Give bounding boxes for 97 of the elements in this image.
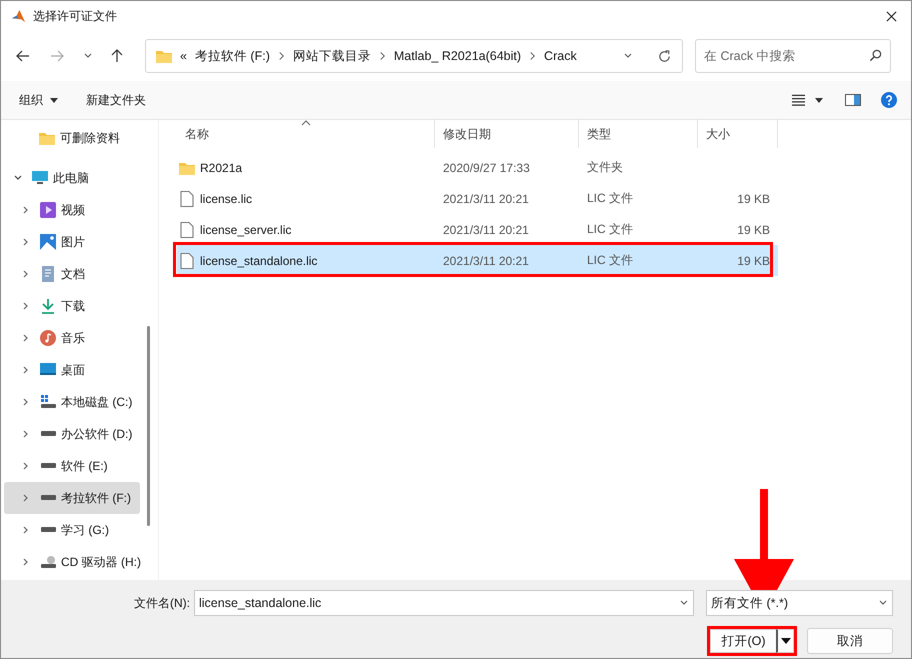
file-type: LIC 文件 — [587, 190, 634, 207]
music-note-icon — [40, 330, 56, 346]
file-row[interactable]: license_server.lic 2021/3/11 20:21 LIC 文件 19 KB — [177, 214, 778, 245]
file-name: license.lic — [200, 192, 252, 206]
organize-menu[interactable]: 组织 — [9, 88, 68, 112]
sidebar-label: 办公软件 (D:) — [61, 426, 132, 442]
file-name: license_server.lic — [200, 222, 292, 236]
sidebar-item[interactable]: 图片 — [4, 226, 140, 258]
cancel-button[interactable]: 取消 — [807, 628, 893, 654]
monitor-icon — [32, 170, 48, 186]
sidebar-item[interactable]: 桌面 — [4, 354, 140, 386]
download-icon — [40, 298, 56, 314]
sidebar-item[interactable]: 学习 (G:) — [4, 514, 140, 546]
refresh-icon[interactable] — [657, 48, 672, 64]
sidebar-label: 下载 — [61, 298, 85, 314]
help-icon[interactable] — [881, 92, 897, 108]
chevron-right-icon[interactable] — [378, 51, 386, 61]
sidebar-label: 视频 — [61, 202, 85, 218]
search-field[interactable]: 在 Crack 中搜索 — [695, 39, 891, 73]
preview-pane-icon[interactable] — [845, 94, 861, 106]
breadcrumb[interactable]: 网站下载目录 — [292, 48, 371, 64]
caret-icon[interactable] — [815, 98, 823, 102]
chevron-right-icon[interactable] — [278, 51, 285, 61]
sidebar-item[interactable]: 软件 (E:) — [4, 450, 140, 482]
breadcrumb[interactable]: Matlab_ R2021a(64bit) — [394, 49, 522, 63]
sidebar-item[interactable]: CD 驱动器 (H:) — [4, 546, 140, 578]
file-size: 19 KB — [737, 222, 770, 236]
sidebar-item[interactable]: 文档 — [4, 258, 140, 290]
breadcrumb[interactable]: 考拉软件 (F:) — [194, 48, 270, 64]
film-icon — [40, 202, 56, 218]
caret-icon — [780, 638, 790, 644]
file-row[interactable]: license_standalone.lic 2021/3/11 20:21 LIC 文件 19 KB — [177, 245, 778, 276]
app-logo-icon — [11, 8, 26, 24]
file-name: license_standalone.lic — [200, 254, 318, 268]
file-row[interactable]: R2021a 2020/9/27 17:33 文件夹 — [177, 152, 778, 183]
modified-date: 2020/9/27 17:33 — [443, 160, 530, 174]
sidebar-label: 可删除资料 — [60, 130, 120, 146]
view-list-icon[interactable] — [792, 94, 805, 106]
sidebar-item[interactable]: 此电脑 — [4, 162, 140, 194]
search-icon — [869, 49, 882, 62]
sidebar-item[interactable]: 音乐 — [4, 322, 140, 354]
sidebar-item[interactable]: 下载 — [4, 290, 140, 322]
filename-label: 文件名(N): — [134, 594, 190, 612]
system-drive-icon — [40, 394, 56, 410]
sidebar-label: 音乐 — [61, 330, 85, 346]
file-type: 文件夹 — [587, 159, 623, 176]
column-header[interactable]: 类型 — [579, 120, 698, 148]
sidebar-label: 图片 — [61, 234, 85, 250]
file-size: 19 KB — [737, 192, 770, 206]
open-button[interactable]: 打开(O) — [710, 629, 776, 653]
sidebar-label: 桌面 — [61, 362, 85, 378]
column-header[interactable]: 修改日期 — [435, 120, 579, 148]
file-icon — [179, 222, 195, 238]
sidebar-item[interactable]: 考拉软件 (F:) — [4, 482, 140, 514]
scrollbar[interactable] — [147, 326, 150, 526]
address-bar[interactable]: « 考拉软件 (F:) 网站下载目录 Matlab_ R2021a(64bit) Crack — [145, 39, 683, 73]
breadcrumb[interactable]: Crack — [544, 49, 577, 63]
column-header[interactable]: 名称 — [177, 120, 435, 148]
window-title: 选择许可证文件 — [33, 8, 117, 24]
desktop-icon — [40, 362, 56, 378]
file-icon — [179, 252, 195, 268]
sidebar-label: 此电脑 — [53, 170, 89, 186]
new-folder-button[interactable]: 新建文件夹 — [76, 88, 156, 112]
sidebar-item[interactable]: 办公软件 (D:) — [4, 418, 140, 450]
chevron-right-icon[interactable] — [529, 51, 536, 61]
back-arrow-icon[interactable] — [15, 48, 31, 64]
modified-date: 2021/3/11 20:21 — [443, 222, 529, 236]
sidebar-label: 考拉软件 (F:) — [61, 490, 131, 506]
folder-icon — [156, 49, 172, 63]
close-icon[interactable] — [886, 10, 897, 22]
overflow-chevrons[interactable]: « — [180, 49, 187, 63]
sidebar-item[interactable]: 可删除资料 — [4, 122, 140, 154]
caret-icon — [50, 98, 58, 102]
sidebar-label: 文档 — [61, 266, 85, 282]
file-type: LIC 文件 — [587, 221, 634, 238]
split-dropdown-button[interactable] — [776, 629, 794, 653]
sidebar-label: 学习 (G:) — [61, 522, 109, 538]
document-icon — [40, 266, 56, 282]
column-header[interactable]: 大小 — [698, 120, 778, 148]
modified-date: 2021/3/11 20:21 — [443, 254, 529, 268]
modified-date: 2021/3/11 20:21 — [443, 192, 529, 206]
file-size: 19 KB — [737, 254, 770, 268]
sidebar-item[interactable]: 本地磁盘 (C:) — [4, 386, 140, 418]
file-row[interactable]: license.lic 2021/3/11 20:21 LIC 文件 19 KB — [177, 183, 778, 214]
sidebar-label: CD 驱动器 (H:) — [61, 554, 141, 570]
file-type: LIC 文件 — [587, 252, 634, 269]
cd-drive-icon — [40, 554, 56, 570]
file-type-dropdown[interactable]: 所有文件 (*.*) — [706, 590, 893, 616]
file-icon — [179, 190, 195, 206]
image-icon — [40, 234, 56, 250]
sidebar-label: 软件 (E:) — [61, 458, 108, 474]
up-arrow-icon[interactable] — [109, 48, 125, 64]
sidebar-item[interactable]: 视频 — [4, 194, 140, 226]
sidebar-label: 本地磁盘 (C:) — [61, 394, 132, 410]
filename-field[interactable]: license_standalone.lic — [194, 590, 694, 616]
file-name: R2021a — [200, 160, 242, 174]
folder-icon — [39, 130, 55, 146]
